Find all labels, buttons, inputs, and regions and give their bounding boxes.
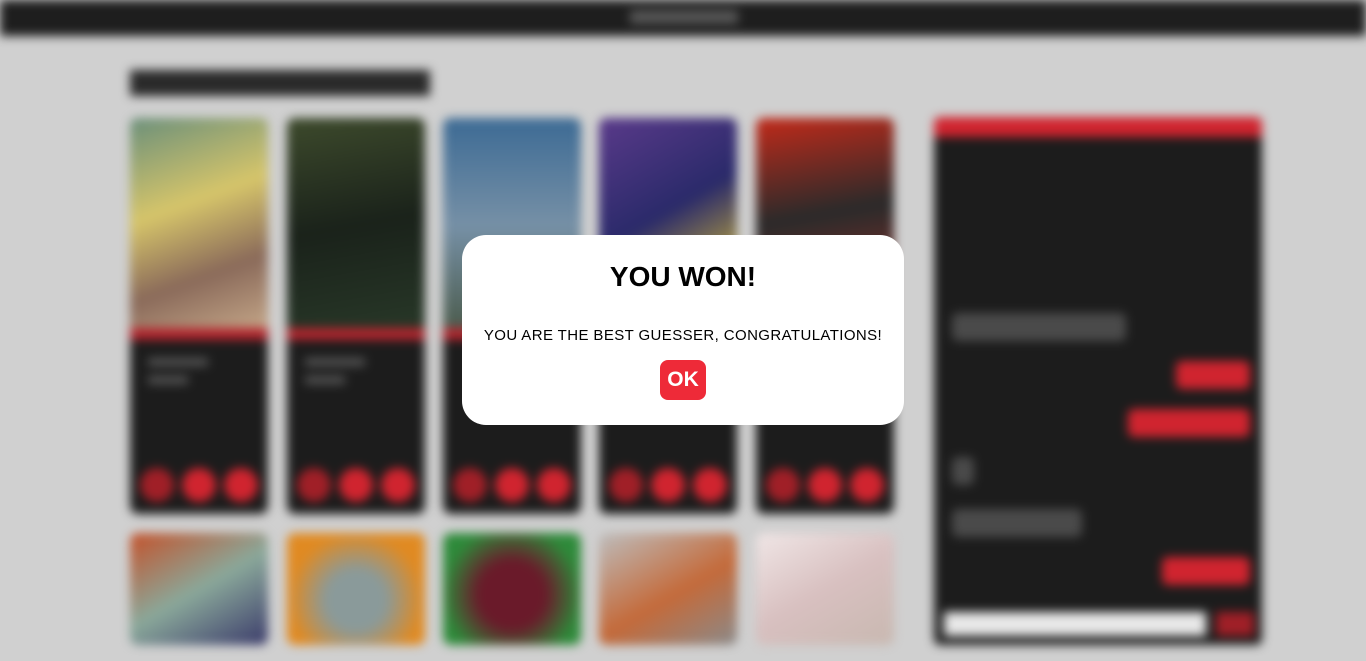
card-action-button[interactable] [381, 468, 415, 502]
modal-message: YOU ARE THE BEST GUESSER, CONGRATULATION… [483, 327, 883, 344]
ok-button[interactable]: OK [660, 360, 706, 400]
chat-send-button[interactable] [1216, 612, 1254, 636]
character-card [599, 533, 737, 645]
card-action-button[interactable] [495, 468, 529, 502]
card-action-button[interactable] [140, 468, 174, 502]
card-subtitle-blurred [305, 376, 345, 384]
character-card [130, 118, 268, 514]
chat-input[interactable] [944, 612, 1206, 636]
chat-message [1176, 361, 1250, 389]
card-action-button[interactable] [651, 468, 685, 502]
chat-message [952, 509, 1082, 537]
card-action-button[interactable] [808, 468, 842, 502]
character-portrait [130, 118, 268, 333]
card-band [130, 328, 268, 340]
modal-title: YOU WON! [609, 261, 757, 292]
chat-message [1162, 557, 1250, 585]
chat-message [1128, 409, 1250, 437]
card-name-blurred [148, 358, 208, 366]
character-card [443, 533, 581, 645]
win-modal: YOU WON! YOU ARE THE BEST GUESSER, CONGR… [462, 235, 904, 425]
card-action-button[interactable] [453, 468, 487, 502]
card-action-button[interactable] [766, 468, 800, 502]
card-action-button[interactable] [537, 468, 571, 502]
character-card [287, 533, 425, 645]
card-action-button[interactable] [224, 468, 258, 502]
character-card [130, 533, 268, 645]
character-card [756, 533, 894, 645]
character-board-heading-blurred [130, 70, 430, 96]
card-action-button[interactable] [609, 468, 643, 502]
card-subtitle-blurred [148, 376, 188, 384]
navbar-title-blurred [630, 10, 738, 24]
card-action-button[interactable] [182, 468, 216, 502]
card-action-button[interactable] [297, 468, 331, 502]
card-name-blurred [305, 358, 365, 366]
card-action-button[interactable] [693, 468, 727, 502]
card-action-button[interactable] [850, 468, 884, 502]
chat-message [952, 457, 974, 485]
character-card [287, 118, 425, 514]
chat-panel [934, 117, 1262, 645]
chat-header [934, 117, 1262, 137]
top-navbar [0, 0, 1366, 36]
chat-message [952, 313, 1126, 341]
character-portrait [287, 118, 425, 333]
card-band [287, 328, 425, 340]
card-action-button[interactable] [339, 468, 373, 502]
